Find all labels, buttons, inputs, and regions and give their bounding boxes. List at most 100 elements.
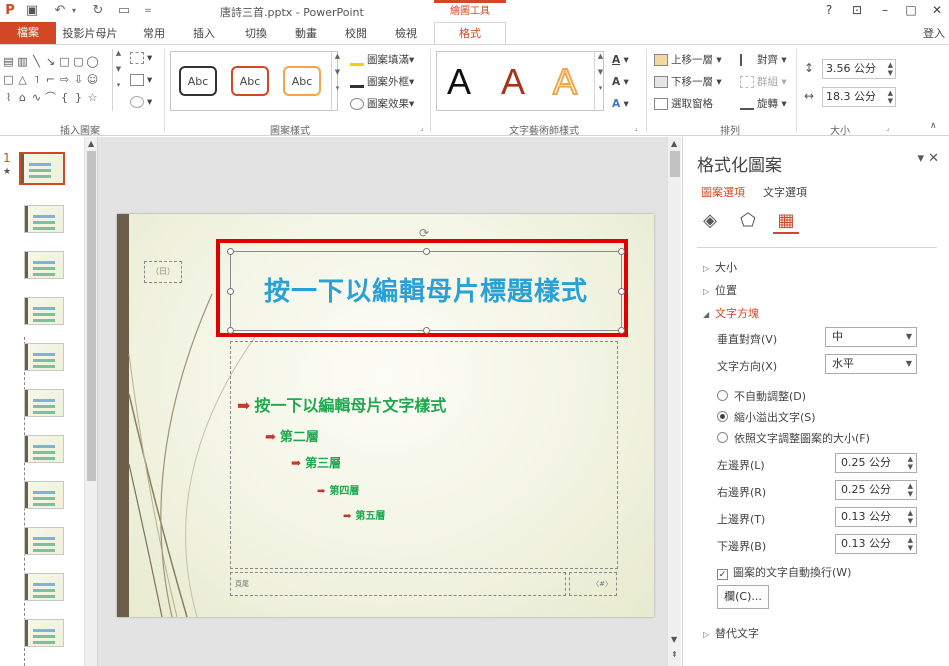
bullet-level-3[interactable]: ➡ 第三層 [291,454,341,471]
brace-right-shape-icon[interactable]: } [72,91,85,104]
fill-line-icon[interactable]: ◈ [697,210,723,234]
shape-style-gold[interactable]: Abc [283,66,321,96]
radio-resize-shape[interactable]: 依照文字調整圖案的大小(F) [717,430,870,446]
layout-thumbnail[interactable] [24,481,64,509]
shape-styles-scroll[interactable]: ▲ ▼ ▾ [331,52,343,110]
group-button[interactable]: 群組 ▾ [740,73,787,91]
bullet-level-5[interactable]: ➡ 第五層 [343,507,385,522]
thumbnails-scrollbar[interactable]: ▲ [84,137,97,666]
shape-styles-dialog-launcher[interactable]: ⌟ [420,123,424,132]
smiley-shape-icon[interactable]: ☺ [86,73,99,86]
rectangle-shape-icon[interactable]: □ [2,73,15,86]
shape-width-input[interactable]: 18.3 公分 ▲ ▼ [822,87,896,107]
line-shape-icon[interactable]: ╲ [30,55,43,68]
close-button[interactable]: ✕ [928,3,946,19]
resize-handle[interactable] [423,248,430,255]
wordart-gallery[interactable]: A A A [436,51,604,111]
size-properties-icon[interactable]: ▦ [773,210,799,234]
columns-button[interactable]: 欄(C)... [717,585,769,609]
wordart-dialog-launcher[interactable]: ⌟ [634,123,638,132]
bullet-level-2[interactable]: ➡ 第二層 [265,426,319,445]
elbow-connector-shape-icon[interactable]: ˥ [30,73,43,86]
tab-file[interactable]: 檔案 [0,22,56,44]
previous-slide-icon[interactable]: ⇞ [671,650,678,659]
shapes-gallery-scroll[interactable]: ▲ ▼ ▾ [112,49,124,111]
rounded-rectangle-shape-icon[interactable]: ▢ [72,55,85,68]
section-textbox[interactable]: ◢ 文字方塊 [703,305,759,321]
bullet-level-1[interactable]: ➡ 按一下以編輯母片文字樣式 [237,392,446,416]
rotate-handle-icon[interactable]: ⟳ [419,226,429,240]
section-position[interactable]: ▷ 位置 [703,282,737,298]
scroll-up-icon[interactable]: ▲ [671,139,677,148]
send-backward-button[interactable]: 下移一層 ▾ [654,73,722,91]
spin-arrows-icon[interactable]: ▲ ▼ [908,509,913,525]
layout-thumbnail[interactable] [24,527,64,555]
align-button[interactable]: 對齊 ▾ [740,51,787,69]
thumbnails-scroll-thumb[interactable] [87,151,96,481]
help-button[interactable]: ? [820,3,838,19]
resize-handle[interactable] [618,288,625,295]
right-arrow-shape-icon[interactable]: ⇨ [58,73,71,86]
section-alt-text[interactable]: ▷ 替代文字 [703,625,759,641]
size-dialog-launcher[interactable]: ⌟ [886,123,890,132]
vertical-alignment-select[interactable]: 中 ▼ [825,327,917,347]
shape-height-input[interactable]: 3.56 公分 ▲ ▼ [822,59,896,79]
slide-title[interactable]: 按一下以編輯母片標題樣式 [231,252,621,330]
vertical-textbox-shape-icon[interactable]: ▥ [16,55,29,68]
spin-arrows-icon[interactable]: ▲ ▼ [908,482,913,498]
layout-thumbnail[interactable] [24,343,64,371]
slide-master[interactable]: （日） ⟳ 按一下以編輯母片標題樣式 ➡ 按一下以編輯母片文字樣式 ➡ 第二層 ➡ 第… [117,214,654,617]
text-outline-button[interactable]: A ▾ [612,73,629,91]
redo-icon[interactable]: ↻ [90,3,106,19]
tab-text-options[interactable]: 文字選項 [763,184,807,200]
scroll-up-icon[interactable]: ▲ [88,139,94,148]
resize-handle[interactable] [227,288,234,295]
layout-thumbnail[interactable] [24,573,64,601]
textbox-shape-icon[interactable]: ▤ [2,55,15,68]
wordart-gallery-scroll[interactable]: ▲ ▼ ▾ [594,52,606,110]
spin-arrows-icon[interactable]: ▲ ▼ [908,536,913,552]
minimize-button[interactable]: – [876,3,894,19]
shape-outline-button[interactable]: 圖案外框▾ [350,73,414,91]
bullet-level-4[interactable]: ➡ 第四層 [317,482,359,497]
shape-style-dark[interactable]: Abc [179,66,217,96]
date-placeholder[interactable]: （日） [144,261,182,283]
resize-handle[interactable] [618,327,625,334]
section-size[interactable]: ▷ 大小 [703,259,737,275]
curve-shape-icon[interactable]: ∿ [30,91,43,104]
tab-transitions[interactable]: 切換 [234,24,278,44]
save-icon[interactable]: ▣ [24,3,40,19]
title-placeholder[interactable]: 按一下以編輯母片標題樣式 [227,248,625,334]
customize-qat-icon[interactable]: = [140,3,156,19]
oval-shape-icon[interactable]: ◯ [86,55,99,68]
shape-effects-button[interactable]: 圖案效果▾ [350,95,414,113]
resize-handle[interactable] [227,248,234,255]
resize-handle[interactable] [227,327,234,334]
layout-thumbnail[interactable] [24,297,64,325]
start-slideshow-icon[interactable]: ▭ [116,3,132,19]
text-fill-button[interactable]: A ▾ [612,51,629,69]
radio-do-not-autofit[interactable]: 不自動調整(D) [717,388,806,404]
top-margin-input[interactable]: 0.13 公分 ▲ ▼ [835,507,917,527]
ribbon-display-button[interactable]: ⊡ [848,3,866,19]
rotate-button[interactable]: 旋轉 ▾ [740,95,787,113]
layout-thumbnail[interactable] [24,251,64,279]
merge-shapes-button[interactable]: ▾ [130,93,152,111]
selection-pane-button[interactable]: 選取窗格 [654,95,713,113]
wordart-style-black[interactable]: A [447,62,471,102]
layout-thumbnail[interactable] [24,205,64,233]
resize-handle[interactable] [423,327,430,334]
spin-arrows-icon[interactable]: ▲ ▼ [888,89,893,105]
resize-handle[interactable] [618,248,625,255]
arrow-line-shape-icon[interactable]: ↘ [44,55,57,68]
bring-forward-button[interactable]: 上移一層 ▾ [654,51,722,69]
bottom-margin-input[interactable]: 0.13 公分 ▲ ▼ [835,534,917,554]
edit-shape-button[interactable]: ▾ [130,49,152,67]
sign-in-link[interactable]: 登入 [923,25,945,41]
pentagon-shape-icon[interactable]: ⌂ [16,91,29,104]
down-arrow-shape-icon[interactable]: ⇩ [72,73,85,86]
pane-options-icon[interactable]: ▾ ✕ [917,151,939,166]
slide-master-thumbnail[interactable] [19,152,65,185]
wordart-style-orange-outline[interactable]: A [552,61,578,103]
footer-placeholder[interactable]: 頁尾 [230,572,566,596]
